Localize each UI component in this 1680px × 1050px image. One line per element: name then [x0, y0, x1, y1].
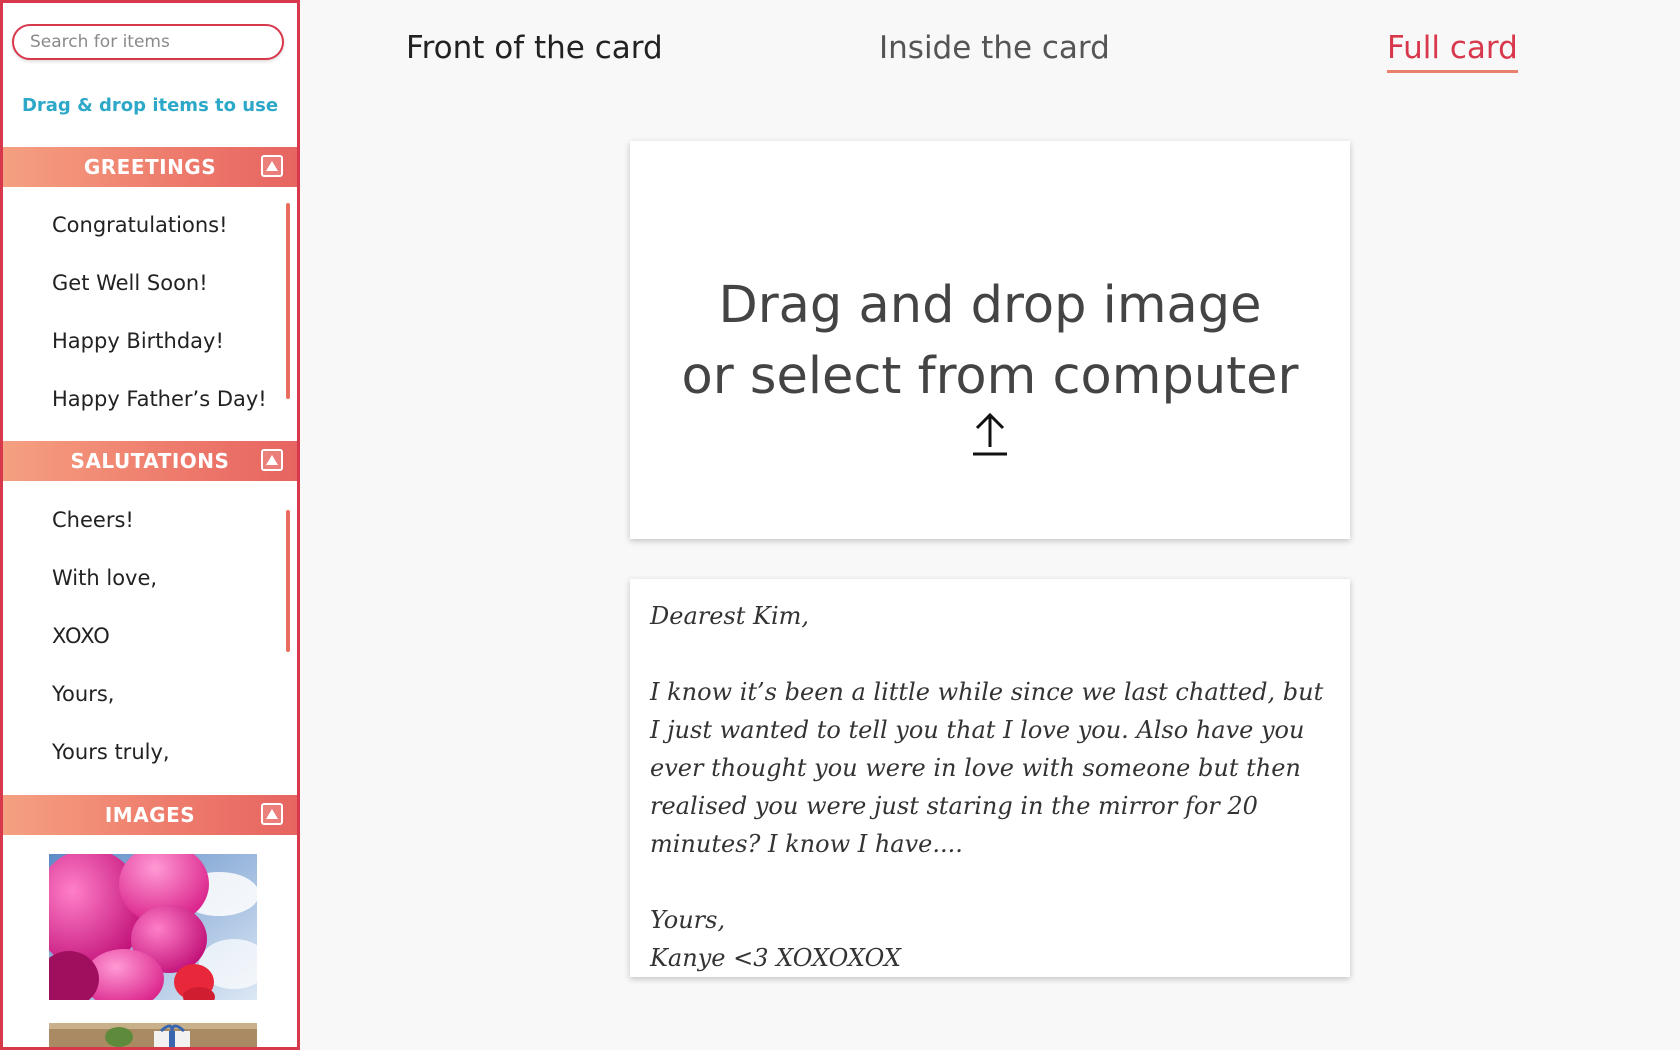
drag-hint: Drag & drop items to use	[21, 95, 279, 116]
salutations-header[interactable]: SALUTATIONS	[3, 441, 297, 481]
images-header[interactable]: IMAGES	[3, 795, 297, 835]
greetings-header[interactable]: GREETINGS	[3, 147, 297, 187]
tab-full-card[interactable]: Full card	[1387, 30, 1518, 73]
salutation-item-yours[interactable]: Yours,	[52, 682, 114, 706]
images-title: IMAGES	[104, 803, 196, 827]
search-box	[12, 24, 284, 60]
message-signature: Kanye <3 XOXOXOX	[650, 944, 901, 972]
tab-inside-card[interactable]: Inside the card	[879, 30, 1110, 66]
salutation-item-with-love[interactable]: With love,	[52, 566, 157, 590]
search-input[interactable]	[12, 24, 284, 60]
collapse-icon[interactable]	[261, 803, 283, 825]
sidebar: Drag & drop items to use GREETINGS Congr…	[0, 0, 300, 1050]
drop-instruction-line-1: Drag and drop image	[718, 276, 1262, 335]
greetings-scrollbar[interactable]	[286, 203, 290, 399]
upload-icon[interactable]	[972, 411, 1008, 461]
greeting-item-happy-fathers-day[interactable]: Happy Father’s Day!	[52, 387, 267, 411]
salutations-scrollbar[interactable]	[286, 510, 290, 652]
salutations-title: SALUTATIONS	[70, 449, 230, 473]
greeting-item-congratulations[interactable]: Congratulations!	[52, 213, 228, 237]
salutation-item-xoxo[interactable]: XOXO	[52, 624, 110, 648]
collapse-icon[interactable]	[261, 155, 283, 177]
message-card[interactable]: Dearest Kim, I know it’s been a little w…	[630, 579, 1350, 977]
salutation-item-cheers[interactable]: Cheers!	[52, 508, 134, 532]
collapse-icon[interactable]	[261, 449, 283, 471]
greetings-title: GREETINGS	[83, 155, 217, 179]
message-body: I know it’s been a little while since we…	[650, 678, 1324, 858]
drop-instruction-line-2: or select from computer	[681, 347, 1299, 406]
greeting-item-get-well-soon[interactable]: Get Well Soon!	[52, 271, 208, 295]
salutation-item-yours-truly[interactable]: Yours truly,	[52, 740, 170, 764]
greeting-item-happy-birthday[interactable]: Happy Birthday!	[52, 329, 224, 353]
tab-front-of-card[interactable]: Front of the card	[406, 30, 663, 66]
message-greeting: Dearest Kim,	[650, 602, 810, 630]
message-closing: Yours,	[650, 906, 726, 934]
image-drop-zone[interactable]: Drag and drop image or select from compu…	[630, 141, 1350, 539]
gift-image[interactable]	[49, 1023, 257, 1047]
message-text[interactable]: Dearest Kim, I know it’s been a little w…	[650, 597, 1330, 977]
balloons-image[interactable]	[49, 854, 257, 1000]
